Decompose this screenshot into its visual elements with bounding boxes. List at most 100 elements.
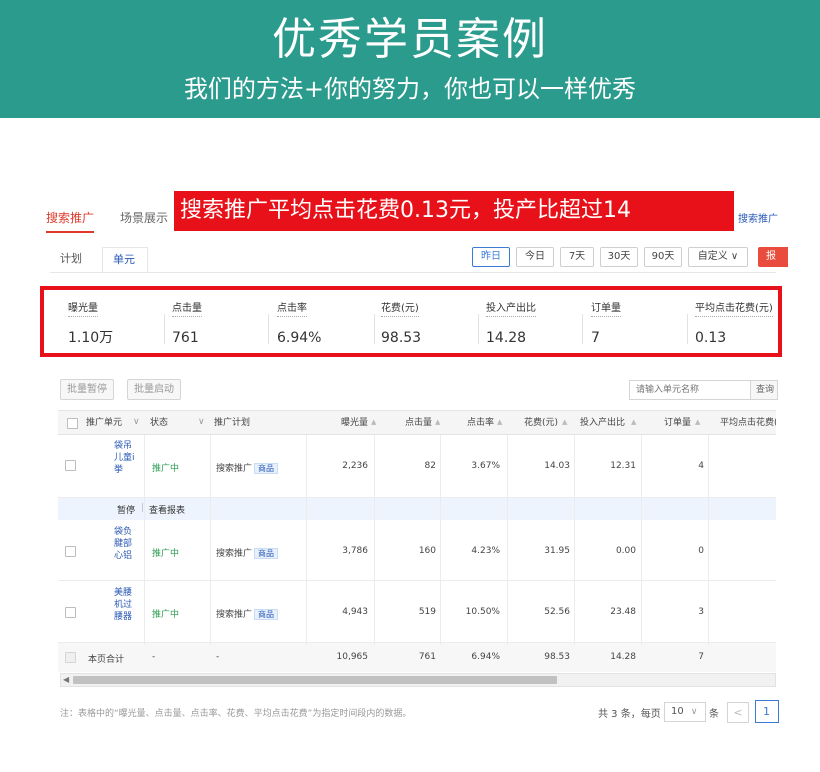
unit-name-link[interactable]: 袋负腱部心铝 [114, 526, 136, 562]
row-checkbox-disabled [65, 652, 76, 663]
page-size-select[interactable]: 10 ∨ [664, 702, 706, 722]
summary-status: - [152, 652, 156, 662]
stats-summary-panel: 曝光量 1.10万 点击量 761 点击率 6.94% 花费(元) 98.53 … [40, 286, 782, 357]
stat-label: 投入产出比 [486, 302, 536, 317]
col-cost[interactable]: 花费(元) [518, 411, 558, 435]
tab-scene-display[interactable]: 场景展示 [120, 205, 168, 231]
view-report-link[interactable]: 查看报表 [149, 503, 185, 516]
orders-value: 4 [698, 461, 704, 471]
stat-divider [478, 314, 479, 344]
stat-value: 98.53 [381, 330, 422, 346]
tab-plan[interactable]: 计划 [50, 247, 102, 273]
table-header: 推广单元 ∨ 状态 ∨ 推广计划 曝光量 ▲ 点击量 ▲ 点击率 ▲ 花费(元)… [58, 411, 776, 435]
col-clicks[interactable]: 点击量 [398, 411, 432, 435]
search-promotion-link[interactable]: 搜索推广 [738, 210, 778, 225]
summary-cost: 98.53 [544, 652, 570, 662]
table-row: 美腰机过腰器 推广中 搜索推广 商品 4,943 519 10.50% 52.56… [58, 581, 776, 643]
col-roi[interactable]: 投入产出比 [580, 411, 625, 435]
header-banner: 优秀学员案例 我们的方法+你的努力，你也可以一样优秀 [0, 0, 820, 118]
plan-name[interactable]: 搜索推广 [216, 549, 252, 559]
sort-icon[interactable]: ▲ [371, 418, 376, 426]
report-button[interactable]: 报 [758, 247, 788, 267]
row-checkbox[interactable] [65, 607, 76, 618]
chevron-down-icon: ∨ [690, 707, 698, 717]
date-today-button[interactable]: 今日 [516, 247, 554, 267]
horizontal-scrollbar[interactable]: ◀ [60, 673, 776, 687]
stat-ctr: 点击率 6.94% [277, 296, 381, 347]
batch-pause-button[interactable]: 批量暂停 [60, 379, 114, 400]
filter-chevron-icon[interactable]: ∨ [133, 417, 140, 427]
date-7days-button[interactable]: 7天 [560, 247, 594, 267]
column-divider [440, 435, 441, 645]
filter-chevron-icon[interactable]: ∨ [198, 417, 205, 427]
clicks-value: 82 [424, 461, 436, 471]
sort-icon[interactable]: ▲ [631, 418, 636, 426]
plan-name[interactable]: 搜索推广 [216, 610, 252, 620]
column-divider [210, 435, 211, 645]
column-divider [374, 435, 375, 645]
col-avg-click-cost[interactable]: 平均点击花费( [720, 411, 776, 435]
stat-label: 点击量 [172, 302, 202, 317]
banner-title: 优秀学员案例 [272, 14, 548, 65]
ctr-value: 4.23% [471, 546, 500, 556]
ctr-value: 10.50% [465, 607, 500, 617]
column-divider [641, 435, 642, 645]
select-all-checkbox[interactable] [67, 418, 78, 429]
unit-name-link[interactable]: 袋吊儿童i挙 [114, 440, 136, 476]
date-30days-button[interactable]: 30天 [600, 247, 638, 267]
tab-unit[interactable]: 单元 [102, 247, 148, 273]
plan-name[interactable]: 搜索推广 [216, 464, 252, 474]
pause-link[interactable]: 暂停 [117, 503, 135, 516]
ctr-value: 3.67% [471, 461, 500, 471]
stat-divider [268, 314, 269, 344]
row-checkbox[interactable] [65, 546, 76, 557]
roi-value: 12.31 [610, 461, 636, 471]
batch-start-button[interactable]: 批量启动 [127, 379, 181, 400]
col-impressions[interactable]: 曝光量 [330, 411, 368, 435]
col-ctr[interactable]: 点击率 [460, 411, 494, 435]
tab-search-promotion[interactable]: 搜索推广 [46, 205, 95, 233]
plan-tag: 商品 [254, 609, 279, 620]
table-footnote: 注：表格中的“曝光量、点击量、点击率、花费、平均点击花费”为指定时间段内的数据。 [60, 709, 412, 719]
orders-value: 3 [698, 607, 704, 617]
stat-divider [582, 314, 583, 344]
scrollbar-thumb[interactable] [73, 676, 557, 684]
pager-total: 共 3 条，每页 [598, 709, 661, 720]
date-custom-dropdown[interactable]: 自定义 ∨ [688, 247, 748, 267]
summary-plan: - [216, 652, 220, 662]
tab-divider [50, 272, 776, 273]
summary-orders: 7 [698, 652, 704, 662]
sort-icon[interactable]: ▲ [695, 418, 700, 426]
stat-label: 平均点击花费(元) [695, 302, 773, 317]
stat-divider [687, 314, 688, 344]
cost-value: 14.03 [544, 461, 570, 471]
summary-row: 本页合计 - - 10,965 761 6.94% 98.53 14.28 7 [58, 643, 776, 672]
date-yesterday-button[interactable]: 昨日 [472, 247, 510, 267]
clicks-value: 160 [418, 546, 436, 556]
impressions-value: 3,786 [342, 546, 368, 556]
unit-name-link[interactable]: 美腰机过腰器 [114, 587, 136, 623]
row-action-bar: 暂停 | 查看报表 [58, 498, 776, 520]
highlight-caption: 搜索推广平均点击花费0.13元，投产比超过14 [174, 191, 734, 231]
col-orders[interactable]: 订单量 [664, 411, 691, 435]
sort-icon[interactable]: ▲ [435, 418, 440, 426]
stat-value: 0.13 [695, 330, 727, 346]
date-90days-button[interactable]: 90天 [644, 247, 682, 267]
summary-label: 本页合计 [88, 655, 125, 665]
current-page-button[interactable]: 1 [755, 700, 779, 723]
column-divider [306, 435, 307, 645]
col-plan: 推广计划 [214, 418, 251, 428]
stat-orders: 订单量 7 [591, 296, 695, 347]
scroll-left-icon[interactable]: ◀ [63, 674, 69, 686]
stat-value: 14.28 [486, 330, 527, 346]
sort-icon[interactable]: ▲ [562, 418, 567, 426]
stat-label: 点击率 [277, 302, 307, 317]
unit-search-input[interactable] [629, 380, 750, 400]
cost-value: 52.56 [544, 607, 570, 617]
col-unit: 推广单元 [86, 418, 123, 428]
banner-subtitle: 我们的方法+你的努力，你也可以一样优秀 [183, 75, 637, 103]
sort-icon[interactable]: ▲ [497, 418, 502, 426]
prev-page-button[interactable]: < [727, 702, 749, 723]
row-checkbox[interactable] [65, 460, 76, 471]
search-button[interactable]: 查询 [750, 380, 778, 400]
